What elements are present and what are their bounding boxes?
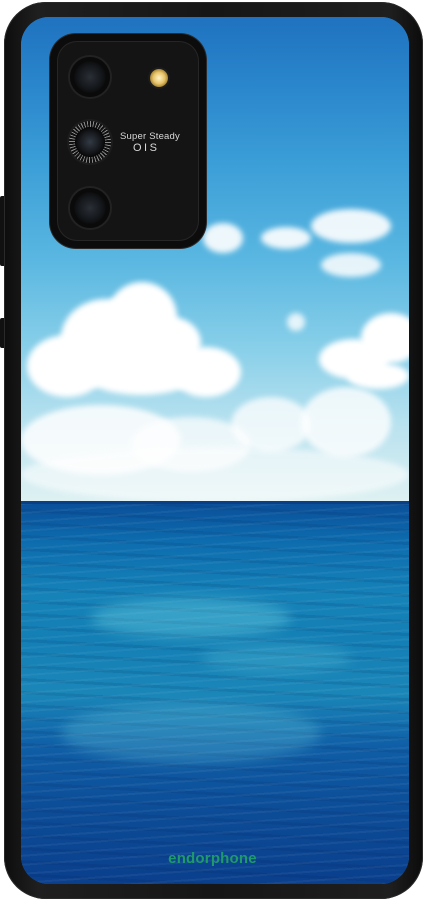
phone-case: Super Steady OIS — [4, 2, 423, 899]
cloud — [261, 227, 311, 249]
water-glint — [91, 598, 291, 638]
brand-logo: endorphone — [168, 850, 257, 867]
cloud — [311, 209, 391, 243]
cloud — [347, 363, 409, 389]
camera-label-line2: OIS — [133, 142, 160, 154]
flash-icon — [150, 69, 168, 87]
water-glint — [201, 643, 351, 673]
cloud — [231, 397, 311, 452]
cloud — [203, 223, 243, 253]
water-glint — [61, 703, 321, 763]
cloud — [321, 253, 381, 277]
sea — [21, 503, 409, 884]
horizon-line — [21, 501, 409, 504]
cloud — [21, 447, 409, 502]
camera-lens-icon — [70, 188, 110, 228]
camera-label-line1: Super Steady — [120, 131, 180, 142]
camera-lens-icon — [70, 57, 110, 97]
cloud — [287, 313, 305, 331]
phone-case-photo: Super Steady OIS endorphone — [0, 0, 425, 900]
cloud — [81, 347, 201, 395]
ois-lens-icon — [69, 121, 111, 163]
cloud — [301, 387, 391, 457]
